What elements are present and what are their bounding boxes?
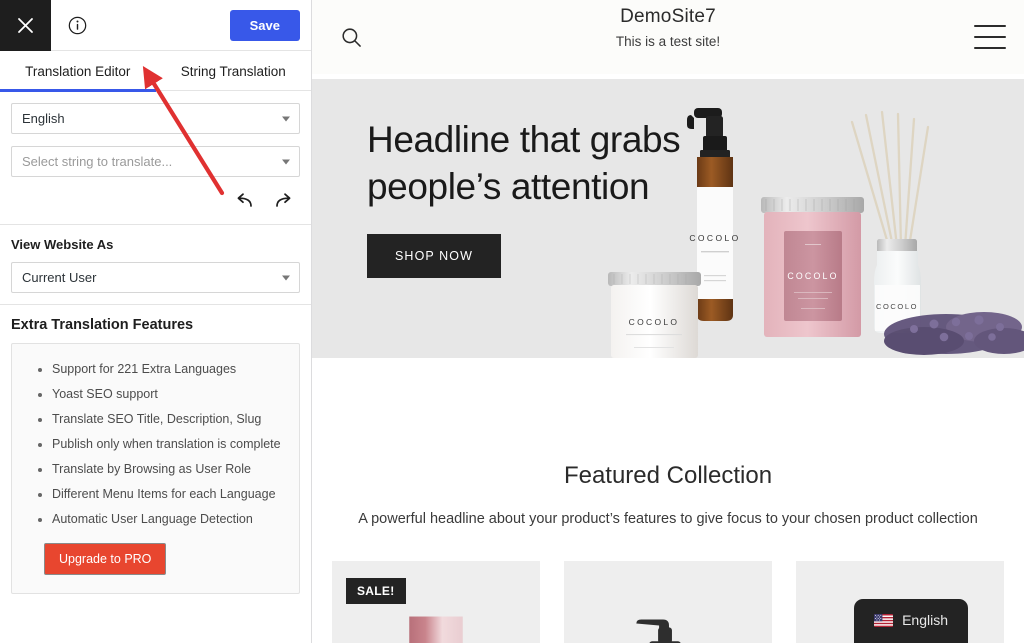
list-item: Different Menu Items for each Language (38, 487, 287, 502)
list-item: Support for 221 Extra Languages (38, 362, 287, 377)
extra-features-list: Support for 221 Extra Languages Yoast SE… (38, 362, 287, 527)
undo-icon (237, 193, 252, 207)
save-button[interactable]: Save (229, 9, 300, 41)
redo-icon (276, 193, 291, 207)
hero-text-block: Headline that grabs people’s attention S… (367, 116, 681, 278)
translation-editor-sidebar: Save Translation Editor String Translati… (0, 0, 312, 643)
info-button[interactable] (51, 0, 103, 51)
sidebar-topbar: Save (0, 0, 311, 51)
tab-translation-editor-label: Translation Editor (25, 63, 131, 79)
svg-text:COCOLO: COCOLO (689, 233, 740, 243)
chevron-down-icon (282, 275, 290, 280)
sidebar-tabs: Translation Editor String Translation (0, 51, 312, 92)
view-website-as-select[interactable]: Current User (11, 262, 300, 293)
svg-text:COCOLO: COCOLO (629, 317, 680, 327)
site-branding: DemoSite7 This is a test site! (312, 6, 1024, 49)
hero-headline-line1: Headline that grabs (367, 119, 681, 160)
undo-redo-group (11, 189, 300, 215)
tab-string-translation-label: String Translation (180, 63, 286, 79)
translation-controls-section: English Select string to translate... (0, 91, 311, 225)
product-card[interactable] (564, 561, 772, 643)
extra-features-section: Extra Translation Features Support for 2… (0, 305, 311, 603)
svg-text:COCOLO: COCOLO (876, 302, 918, 311)
hamburger-bar (974, 47, 1006, 49)
hamburger-menu-button[interactable] (974, 25, 1006, 49)
hamburger-bar (974, 25, 1006, 27)
featured-collection-section: Featured Collection A powerful headline … (312, 358, 1024, 527)
chevron-down-icon (282, 159, 290, 164)
language-select[interactable]: English (11, 103, 300, 134)
info-icon (68, 16, 86, 34)
language-switcher[interactable]: English (854, 599, 968, 643)
undo-button[interactable] (234, 190, 256, 212)
close-icon (18, 17, 33, 33)
hamburger-bar (974, 36, 1006, 38)
sale-badge: SALE! (346, 578, 406, 604)
view-website-as-value: Current User (22, 270, 97, 285)
tab-translation-editor[interactable]: Translation Editor (0, 51, 156, 92)
list-item: Translate by Browsing as User Role (38, 462, 287, 477)
language-switcher-label: English (902, 612, 948, 628)
list-item: Publish only when translation is complet… (38, 437, 287, 452)
close-button[interactable] (0, 0, 51, 51)
hero-banner: COCOLO COCOLO COCOLO COCOLO Headline tha… (312, 79, 1024, 358)
language-select-value: English (22, 111, 65, 126)
chevron-down-icon (282, 116, 290, 121)
site-header: DemoSite7 This is a test site! (312, 0, 1024, 74)
site-tagline: This is a test site! (615, 34, 721, 49)
featured-collection-title: Featured Collection (563, 462, 773, 489)
redo-button[interactable] (272, 190, 294, 212)
us-flag-icon (874, 613, 894, 627)
list-item: Yoast SEO support (38, 387, 287, 402)
website-preview: DemoSite7 This is a test site! COCOLO CO… (312, 0, 1024, 643)
list-item: Automatic User Language Detection (38, 512, 287, 527)
extra-features-card: Support for 221 Extra Languages Yoast SE… (11, 343, 300, 594)
site-title: DemoSite7 (620, 6, 716, 27)
extra-features-heading: Extra Translation Features (11, 317, 194, 333)
featured-collection-subtitle: A powerful headline about your product’s… (358, 511, 978, 527)
string-select[interactable]: Select string to translate... (11, 146, 300, 177)
hero-headline: Headline that grabs people’s attention (367, 116, 681, 210)
product-card[interactable]: SALE! (332, 561, 540, 643)
shop-now-button[interactable]: SHOP NOW (367, 234, 502, 278)
upgrade-to-pro-button[interactable]: Upgrade to PRO (44, 543, 167, 575)
svg-text:COCOLO: COCOLO (787, 271, 838, 281)
view-website-as-heading: View Website As (11, 237, 114, 252)
product-image (564, 562, 772, 643)
tab-string-translation[interactable]: String Translation (156, 51, 312, 91)
list-item: Translate SEO Title, Description, Slug (38, 412, 287, 427)
translation-editor-screen: Save Translation Editor String Translati… (0, 0, 1024, 643)
view-website-as-section: View Website As Current User (0, 225, 311, 305)
string-select-placeholder: Select string to translate... (22, 154, 173, 169)
hero-headline-line2: people’s attention (367, 166, 650, 207)
